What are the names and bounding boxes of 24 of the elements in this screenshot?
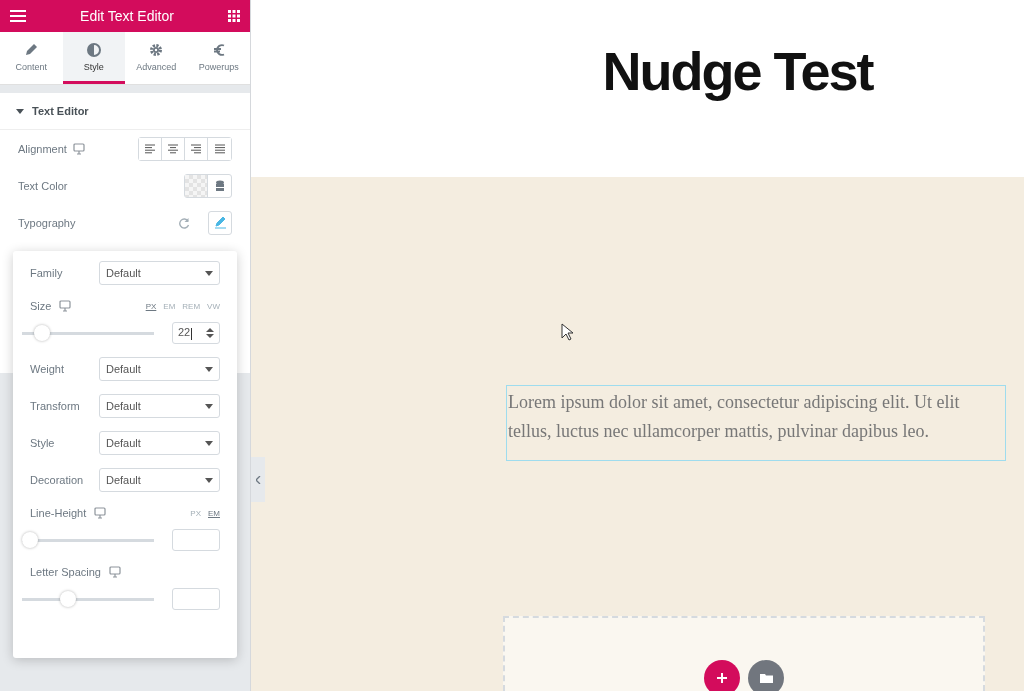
page-heading: Nudge Test: [602, 40, 873, 103]
field-label: Family: [30, 267, 64, 279]
field-label: Decoration: [30, 474, 85, 486]
unit-option[interactable]: PX: [145, 301, 157, 311]
select-field[interactable]: Default: [99, 468, 220, 492]
select-field[interactable]: Default: [99, 394, 220, 418]
select-field[interactable]: Default: [99, 357, 220, 381]
panel-title: Edit Text Editor: [80, 8, 174, 24]
control-label: Typography: [18, 216, 76, 229]
panel-tab[interactable]: Style: [62, 32, 125, 84]
field-label: Size: [30, 300, 52, 312]
control-label: Text Color: [18, 179, 68, 192]
select-field[interactable]: Default: [99, 431, 220, 455]
field-label: Letter Spacing: [30, 566, 101, 578]
control-label: Alignment: [18, 142, 67, 155]
paragraph-text[interactable]: Lorem ipsum dolor sit amet, consectetur adipiscing elit. Ut elit tellus, luctus nec ullamcorper mattis, pulvinar dapibus leo.: [506, 385, 1006, 461]
section-title: Text Editor: [32, 105, 89, 117]
field-label: Style: [30, 437, 56, 449]
unit-option[interactable]: EM: [208, 508, 220, 518]
field-label: Weight: [30, 363, 66, 375]
field-label: Transform: [30, 400, 81, 412]
select-field[interactable]: Default: [99, 261, 220, 285]
number-field[interactable]: 22: [172, 322, 220, 344]
field-label: Line-Height: [30, 507, 87, 519]
